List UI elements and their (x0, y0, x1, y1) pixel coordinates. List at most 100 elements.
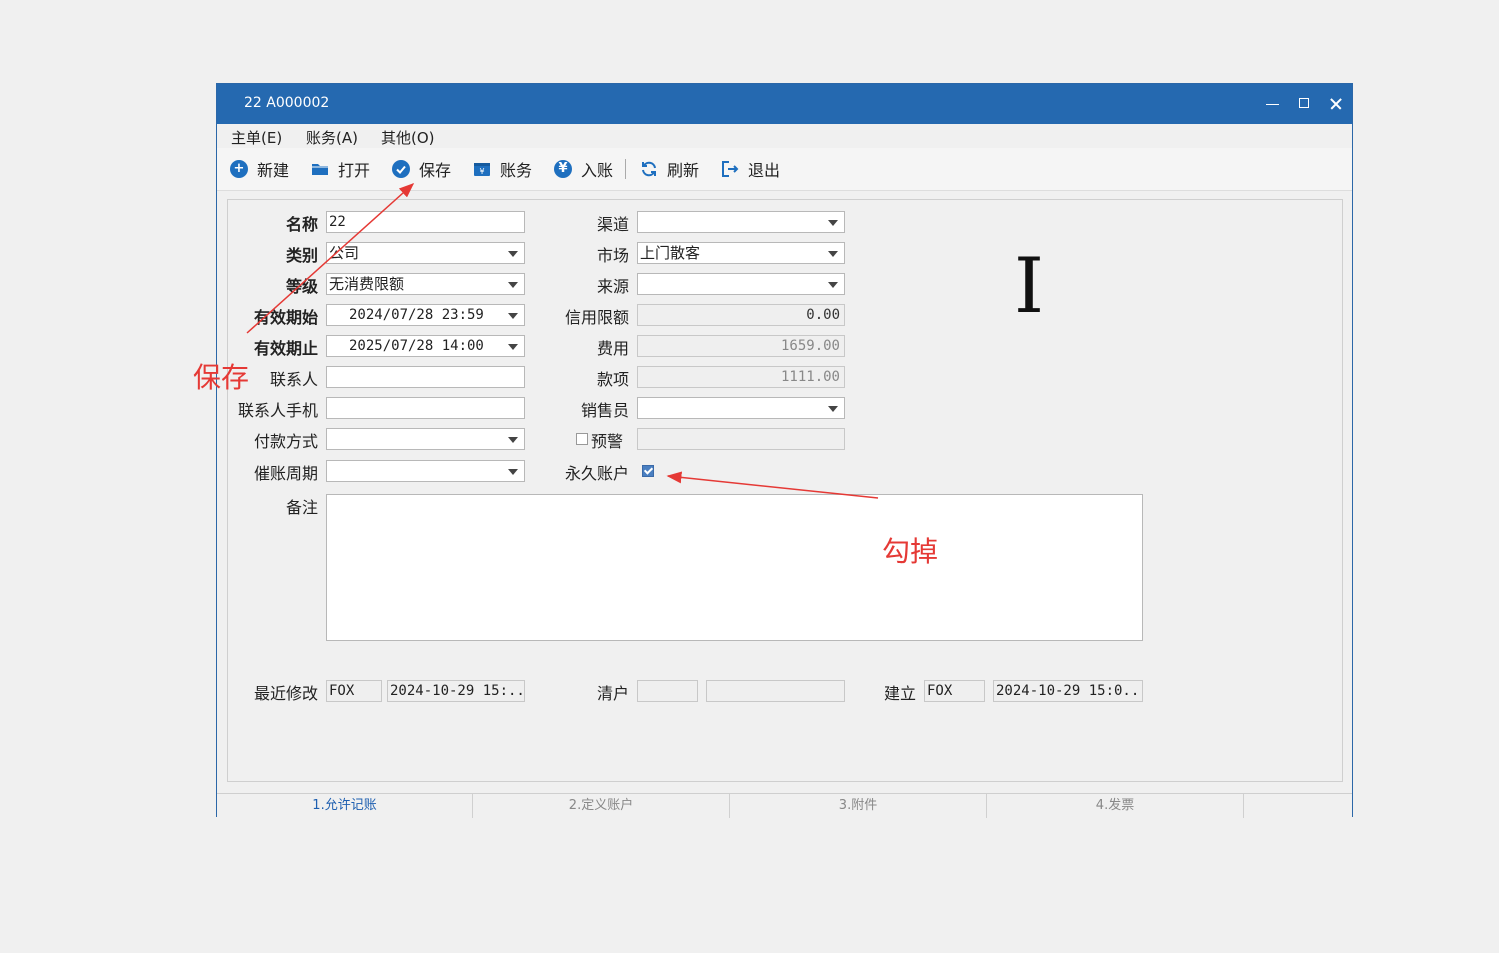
post-button[interactable]: ¥ 入账 (554, 158, 613, 180)
window-title: 22 A000002 (244, 95, 330, 111)
valid-to-value: 2025/07/28 14:00 (349, 338, 484, 354)
payment-method-select[interactable] (326, 428, 525, 450)
new-label: 新建 (257, 161, 290, 180)
refresh-label: 刷新 (667, 161, 700, 180)
contact-input[interactable] (326, 366, 525, 388)
channel-select[interactable] (637, 211, 845, 233)
source-select[interactable] (637, 273, 845, 295)
credit-limit-value: 0.00 (806, 307, 840, 323)
credit-limit-field: 0.00 (637, 304, 845, 326)
channel-label: 渠道 (596, 215, 629, 234)
menu-bar: 主单(E) 账务(A) 其他(O) (217, 124, 1352, 148)
contact-label: 联系人 (269, 370, 318, 389)
last-modified-user-field: FOX (326, 680, 382, 702)
permanent-account-label: 永久账户 (564, 464, 629, 483)
logout-icon (721, 160, 739, 178)
menu-other[interactable]: 其他(O) (381, 127, 435, 148)
plus-icon: + (230, 160, 248, 178)
remarks-textarea[interactable] (326, 494, 1143, 641)
tab-define-account[interactable]: 2.定义账户 (473, 794, 730, 818)
post-label: 入账 (581, 161, 614, 180)
last-modified-label: 最近修改 (253, 684, 318, 703)
created-user: FOX (927, 683, 953, 699)
menu-main[interactable]: 主单(E) (231, 127, 282, 148)
tab-invoices[interactable]: 4.发票 (987, 794, 1244, 818)
chevron-down-icon (508, 344, 518, 350)
menu-accounts[interactable]: 账务(A) (306, 127, 358, 148)
level-label: 等级 (285, 277, 318, 296)
remarks-label: 备注 (285, 498, 318, 517)
market-label: 市场 (596, 246, 629, 265)
clear-time-field (706, 680, 845, 702)
exit-label: 退出 (748, 161, 781, 180)
payment-amount-value: 1111.00 (780, 369, 840, 385)
cash-box-icon: ¥ (473, 160, 491, 178)
market-value: 上门散客 (640, 244, 701, 262)
maximize-icon[interactable] (1297, 96, 1313, 112)
name-label: 名称 (285, 215, 318, 234)
salesperson-select[interactable] (637, 397, 845, 419)
tab-attachments[interactable]: 3.附件 (730, 794, 987, 818)
folder-icon (311, 160, 329, 178)
created-label: 建立 (883, 684, 916, 703)
chevron-down-icon (508, 469, 518, 475)
valid-to-picker[interactable]: 2025/07/28 14:00 (326, 335, 525, 357)
exit-button[interactable]: 退出 (721, 158, 780, 180)
name-value: 22 (329, 214, 346, 230)
payment-method-label: 付款方式 (253, 432, 318, 451)
check-circle-icon (392, 160, 410, 178)
contact-phone-input[interactable] (326, 397, 525, 419)
toolbar-separator (625, 159, 626, 179)
level-select[interactable]: 无消费限额 (326, 273, 525, 295)
alert-checkbox[interactable] (576, 433, 588, 445)
valid-from-picker[interactable]: 2024/07/28 23:59 (326, 304, 525, 326)
open-button[interactable]: 打开 (311, 158, 370, 180)
save-button[interactable]: 保存 (392, 158, 451, 180)
chevron-down-icon (828, 406, 838, 412)
tab-allow-posting[interactable]: 1.允许记账 (217, 794, 473, 818)
tab-bar: 1.允许记账 2.定义账户 3.附件 4.发票 (217, 793, 1352, 818)
valid-to-label: 有效期止 (253, 339, 318, 358)
fee-field: 1659.00 (637, 335, 845, 357)
last-modified-user: FOX (329, 683, 355, 699)
svg-text:¥: ¥ (479, 167, 484, 176)
source-label: 来源 (596, 277, 629, 296)
title-bar[interactable]: 22 A000002 (217, 84, 1352, 124)
clear-label: 清户 (596, 684, 629, 703)
category-select[interactable]: 公司 (326, 242, 525, 264)
contact-phone-label: 联系人手机 (237, 401, 318, 420)
chevron-down-icon (508, 437, 518, 443)
refresh-button[interactable]: 刷新 (640, 158, 699, 180)
alert-field (637, 428, 845, 450)
dunning-cycle-label: 催账周期 (253, 464, 318, 483)
created-time: 2024-10-29 15:0... (996, 683, 1143, 699)
uncheck-annotation: 勾掉 (882, 535, 939, 568)
dunning-cycle-select[interactable] (326, 460, 525, 482)
chevron-down-icon (828, 282, 838, 288)
level-value: 无消费限额 (329, 275, 405, 293)
salesperson-label: 销售员 (580, 401, 629, 420)
chevron-down-icon (828, 251, 838, 257)
created-user-field: FOX (924, 680, 985, 702)
minimize-icon[interactable] (1265, 96, 1281, 112)
close-icon[interactable] (1328, 96, 1344, 112)
clear-user-field (637, 680, 698, 702)
permanent-account-checkbox[interactable] (642, 465, 654, 477)
accounts-label: 账务 (500, 161, 533, 180)
valid-from-label: 有效期始 (253, 308, 318, 327)
last-modified-time-field: 2024-10-29 15:... (387, 680, 525, 702)
last-modified-time: 2024-10-29 15:... (390, 683, 525, 699)
market-select[interactable]: 上门散客 (637, 242, 845, 264)
text-cursor-icon: I (1014, 241, 1045, 330)
credit-limit-label: 信用限额 (564, 308, 629, 327)
account-window: 22 A000002 主单(E) 账务(A) 其他(O) + 新建 打开 保存 (216, 83, 1353, 818)
category-value: 公司 (329, 244, 360, 262)
name-input[interactable]: 22 (326, 211, 525, 233)
yen-coin-icon: ¥ (554, 160, 572, 178)
save-annotation: 保存 (193, 361, 250, 394)
new-button[interactable]: + 新建 (230, 158, 289, 180)
chevron-down-icon (828, 220, 838, 226)
accounts-button[interactable]: ¥ 账务 (473, 158, 532, 180)
form-panel: 名称 类别 等级 有效期始 有效期止 联系人 联系人手机 付款方式 催账周期 备… (227, 199, 1343, 782)
payment-amount-label: 款项 (596, 370, 629, 389)
